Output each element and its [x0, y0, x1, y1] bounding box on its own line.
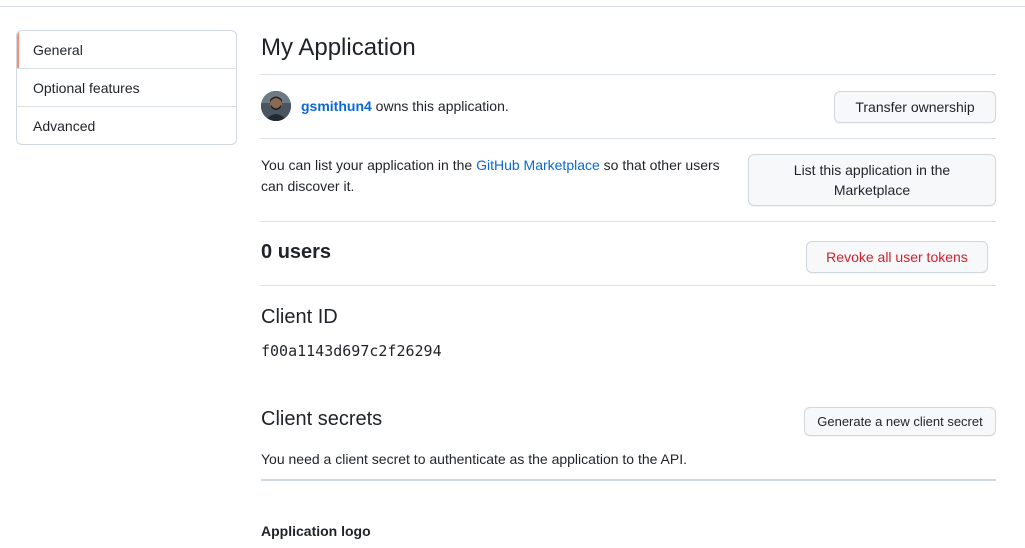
- divider: [261, 285, 996, 286]
- marketplace-description: You can list your application in the Git…: [261, 155, 746, 197]
- owner-suffix: owns this application.: [375, 98, 509, 114]
- user-avatar-icon: [261, 91, 291, 121]
- list-in-marketplace-button[interactable]: List this application in the Marketplace: [748, 154, 996, 206]
- avatar[interactable]: [261, 91, 291, 121]
- client-secret-note: You need a client secret to authenticate…: [261, 451, 688, 467]
- transfer-ownership-button[interactable]: Transfer ownership: [834, 91, 996, 123]
- client-id-heading: Client ID: [261, 306, 338, 328]
- sidebar-item-general[interactable]: General: [17, 31, 236, 68]
- revoke-all-tokens-button[interactable]: Revoke all user tokens: [806, 241, 988, 273]
- main-content: My Application gsmithun4 owns this appli…: [261, 0, 996, 548]
- application-logo-heading: Application logo: [261, 523, 371, 539]
- sidebar-item-label: General: [33, 41, 83, 58]
- generate-client-secret-button[interactable]: Generate a new client secret: [804, 407, 996, 436]
- owner-username-link[interactable]: gsmithun4: [301, 98, 372, 114]
- sidebar-item-label: Advanced: [33, 117, 96, 134]
- marketplace-text-before: You can list your application in the: [261, 157, 477, 173]
- client-id-value: f00a1143d697c2f26294: [261, 342, 442, 360]
- settings-sidebar: General Optional features Advanced: [16, 30, 237, 145]
- page-title: My Application: [261, 34, 416, 61]
- users-count-heading: 0 users: [261, 241, 331, 264]
- client-secrets-heading: Client secrets: [261, 408, 383, 430]
- owner-text: gsmithun4 owns this application.: [301, 98, 509, 114]
- users-label: users: [277, 241, 332, 263]
- divider: [261, 74, 996, 75]
- divider: [261, 221, 996, 222]
- sidebar-item-label: Optional features: [33, 79, 140, 96]
- sidebar-item-optional-features[interactable]: Optional features: [17, 68, 236, 106]
- owner-row: gsmithun4 owns this application.: [261, 90, 509, 122]
- divider: [261, 479, 996, 481]
- users-count: 0: [261, 241, 273, 263]
- divider: [261, 138, 996, 139]
- github-marketplace-link[interactable]: GitHub Marketplace: [476, 157, 600, 173]
- sidebar-item-advanced[interactable]: Advanced: [17, 106, 236, 144]
